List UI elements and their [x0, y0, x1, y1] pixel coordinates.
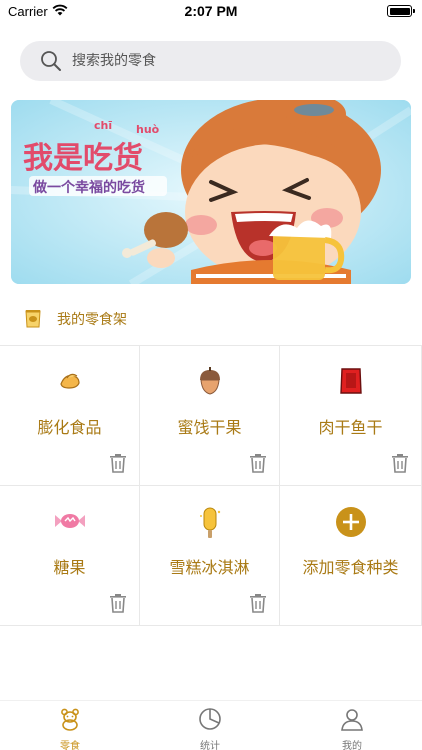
- banner-pinyin-left: chī: [94, 119, 112, 132]
- banner-subtitle: 做一个幸福的吃货: [32, 179, 145, 196]
- shelf-header: 我的零食架: [22, 306, 127, 332]
- bear-icon: [61, 708, 79, 731]
- category-grid: 膨化食品 蜜饯干果 肉干鱼干 糖果 雪糕冰淇淋 添加零食种类: [0, 345, 422, 627]
- add-category-card[interactable]: 添加零食种类: [280, 486, 422, 626]
- tab-statistics[interactable]: 统计: [140, 707, 280, 750]
- category-label: 肉干鱼干: [318, 418, 383, 437]
- tab-label: 零食: [60, 741, 80, 750]
- banner-illustration: 我是吃货 chī huò 做一个幸福的吃货: [11, 100, 411, 284]
- chips-icon: [59, 373, 80, 389]
- category-card[interactable]: 糖果: [0, 486, 140, 626]
- search-bar[interactable]: [20, 41, 401, 81]
- category-card[interactable]: 雪糕冰淇淋: [140, 486, 280, 626]
- trash-icon[interactable]: [391, 453, 409, 473]
- banner-pinyin-right: huò: [136, 123, 160, 136]
- category-label: 蜜饯干果: [177, 418, 242, 437]
- tab-label: 统计: [200, 741, 220, 750]
- banner-title: 我是吃货: [23, 141, 143, 176]
- snack-bag-icon: [25, 310, 41, 328]
- meat-icon: [339, 368, 362, 394]
- trash-icon[interactable]: [109, 453, 127, 473]
- plus-circle-icon[interactable]: [335, 506, 367, 538]
- add-category-label: 添加零食种类: [302, 558, 399, 577]
- category-label: 糖果: [53, 558, 86, 577]
- search-icon: [41, 51, 61, 71]
- candy-icon: [54, 514, 85, 528]
- shelf-title: 我的零食架: [57, 312, 127, 328]
- category-label: 雪糕冰淇淋: [169, 558, 250, 577]
- search-input[interactable]: [72, 41, 382, 81]
- category-label: 膨化食品: [37, 418, 102, 437]
- clock: 2:07 PM: [184, 3, 238, 19]
- tab-snacks[interactable]: 零食: [0, 707, 140, 750]
- trash-icon[interactable]: [249, 453, 267, 473]
- category-card[interactable]: 肉干鱼干: [280, 346, 422, 486]
- battery-icon: [387, 5, 415, 17]
- category-card[interactable]: 膨化食品: [0, 346, 140, 486]
- person-icon: [341, 709, 363, 731]
- tab-profile[interactable]: 我的: [282, 707, 422, 750]
- tab-label: 我的: [342, 741, 362, 750]
- nut-icon: [199, 367, 220, 395]
- trash-icon[interactable]: [249, 593, 267, 613]
- popsicle-icon: [199, 507, 220, 538]
- status-bar: Carrier 2:07 PM: [0, 0, 422, 24]
- tab-bar: 零食 统计 我的: [0, 700, 422, 750]
- trash-icon[interactable]: [109, 593, 127, 613]
- pie-chart-icon: [199, 708, 221, 730]
- category-card[interactable]: 蜜饯干果: [140, 346, 280, 486]
- banner-image[interactable]: 我是吃货 chī huò 做一个幸福的吃货: [11, 100, 411, 284]
